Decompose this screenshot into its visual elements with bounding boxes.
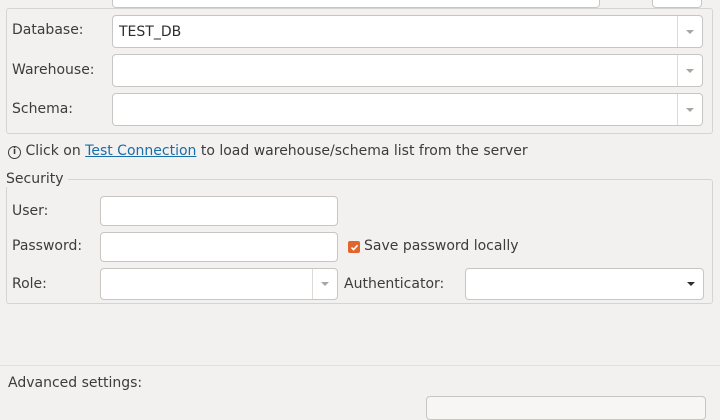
authenticator-label: Authenticator:: [344, 276, 445, 292]
chevron-down-icon: [686, 29, 694, 34]
top-cut-field[interactable]: [112, 0, 600, 8]
database-dropdown-button[interactable]: [677, 16, 702, 47]
warehouse-dropdown-button[interactable]: [677, 55, 702, 86]
separator: [0, 365, 720, 366]
schema-dropdown-button[interactable]: [677, 94, 702, 125]
chevron-down-icon: [686, 107, 694, 112]
info-suffix: to load warehouse/schema list from the s…: [200, 143, 528, 159]
user-label: User:: [12, 203, 49, 219]
save-password-label[interactable]: Save password locally: [364, 238, 519, 254]
database-combo[interactable]: TEST_DB: [112, 15, 703, 48]
advanced-settings-label: Advanced settings:: [8, 375, 143, 391]
chevron-down-icon: [686, 68, 694, 73]
role-label: Role:: [12, 276, 47, 292]
info-icon: i: [8, 146, 21, 159]
warehouse-combo[interactable]: [112, 54, 703, 87]
user-field[interactable]: [100, 196, 338, 226]
role-dropdown-button[interactable]: [312, 269, 337, 299]
save-password-checkbox[interactable]: [348, 241, 360, 253]
check-icon: [350, 244, 358, 251]
bottom-cut-button[interactable]: [426, 396, 706, 420]
test-connection-link[interactable]: Test Connection: [85, 143, 196, 159]
schema-combo[interactable]: [112, 93, 703, 126]
authenticator-combo[interactable]: [465, 268, 704, 300]
chevron-down-icon: [687, 282, 695, 286]
info-line: i Click on Test Connection to load wareh…: [8, 143, 528, 159]
security-title: Security: [6, 171, 68, 187]
database-value: TEST_DB: [119, 23, 182, 40]
chevron-down-icon: [321, 282, 329, 286]
warehouse-label: Warehouse:: [12, 62, 95, 78]
info-prefix: Click on: [25, 143, 81, 159]
role-combo[interactable]: [100, 268, 338, 300]
top-cut-small-field[interactable]: [652, 0, 702, 8]
schema-label: Schema:: [12, 101, 74, 117]
password-field[interactable]: [100, 232, 338, 262]
authenticator-dropdown-button[interactable]: [679, 269, 703, 299]
database-label: Database:: [12, 22, 84, 38]
password-label: Password:: [12, 238, 83, 254]
